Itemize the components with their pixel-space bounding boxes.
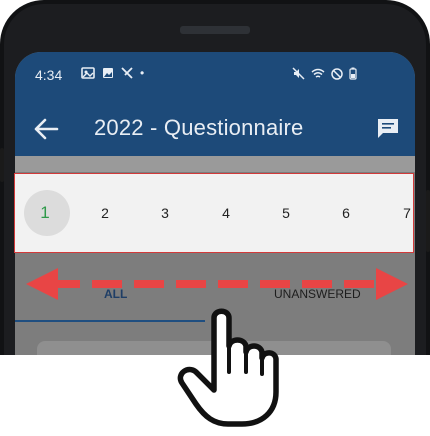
filter-tabs: ALL UNANSWERED [15,277,415,322]
tab-unanswered[interactable]: UNANSWERED [274,287,361,301]
question-number-4[interactable]: 4 [202,174,250,252]
content-background [15,156,415,172]
question-number-label: 5 [282,205,290,221]
gallery-icon [81,67,95,79]
status-dot: • [140,66,145,80]
question-number-7[interactable]: 7 [383,174,430,252]
wifi-icon [311,68,325,78]
image-icon [103,68,113,78]
question-number-label: 6 [342,205,350,221]
earpiece-speaker [180,26,250,34]
status-time: 4:34 [35,67,63,83]
question-number-3[interactable]: 3 [141,174,189,252]
mute-icon [292,67,305,80]
side-button-left [0,148,4,182]
battery-icon [349,67,357,80]
tab-all[interactable]: ALL [104,287,127,301]
question-card[interactable] [37,341,391,355]
tab-indicator [15,320,205,322]
question-number-label: 7 [403,205,411,221]
question-number-2[interactable]: 2 [81,174,129,252]
app-bar: 2022 - Questionnaire [15,102,415,156]
chat-icon [378,119,398,138]
status-bar: 4:34 • [15,52,415,102]
question-number-strip[interactable]: 1 2 3 4 5 6 7 [14,173,414,253]
question-number-label: 3 [161,205,169,221]
missed-call-icon [121,67,133,79]
question-number-6[interactable]: 6 [322,174,370,252]
question-number-label: 2 [101,205,109,221]
question-number-label: 4 [222,205,230,221]
phone-frame: 4:34 • 2022 - Questionnaire 1 2 3 4 5 6 … [0,0,430,436]
back-button[interactable] [29,112,63,146]
question-number-5[interactable]: 5 [262,174,310,252]
do-not-disturb-icon [331,67,343,80]
chat-button[interactable] [371,111,405,145]
status-right-icons [292,67,357,80]
arrow-left-icon [34,118,59,140]
status-left-icons: • [81,66,144,80]
question-number-label: 1 [40,203,50,222]
page-title: 2022 - Questionnaire [94,115,304,140]
question-number-1[interactable]: 1 [21,174,70,252]
